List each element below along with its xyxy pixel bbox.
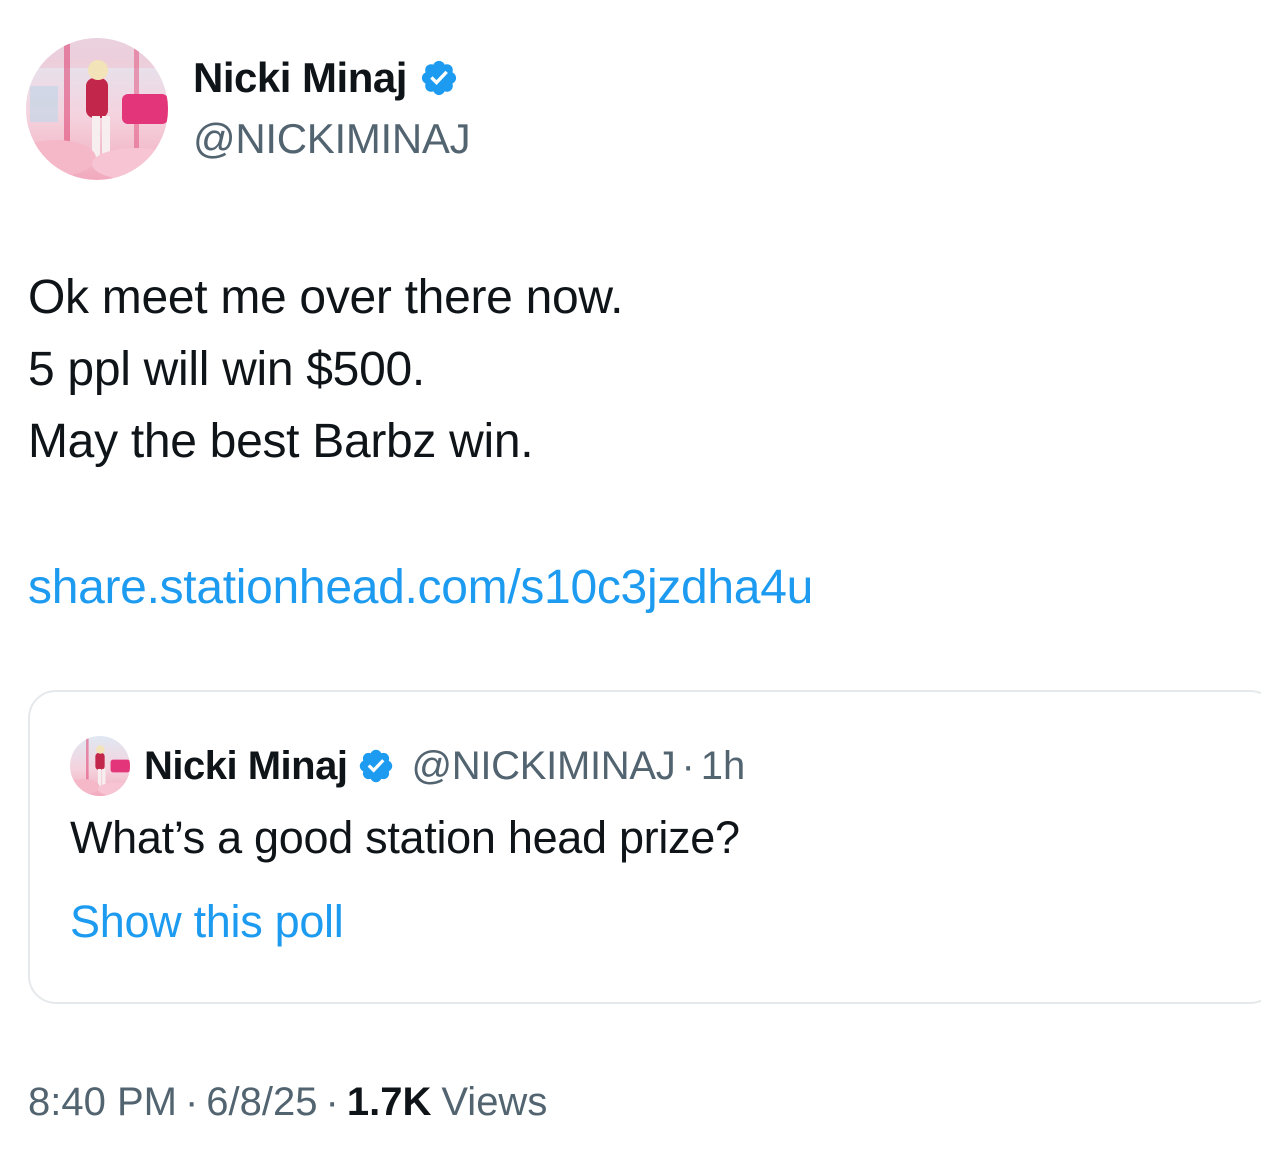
- quoted-tweet-time[interactable]: 1h: [701, 744, 746, 789]
- tweet-text-line: Ok meet me over there now.: [28, 271, 624, 324]
- tweet-time[interactable]: 8:40 PM: [28, 1080, 177, 1125]
- author-name-row: Nicki Minaj: [193, 52, 459, 104]
- separator-dot: ·: [325, 1080, 339, 1124]
- verified-badge-icon: [419, 58, 459, 98]
- quoted-author-avatar[interactable]: [70, 736, 130, 796]
- tweet: Nicki Minaj @NICKIMINAJ Ok meet me over …: [0, 0, 1261, 1154]
- avatar-image: [26, 38, 168, 180]
- avatar-image: [70, 736, 130, 796]
- author-handle[interactable]: @NICKIMINAJ: [193, 115, 471, 163]
- tweet-link[interactable]: share.stationhead.com/s10c3jzdha4u: [28, 552, 813, 624]
- separator-dot: ·: [184, 1080, 199, 1124]
- quoted-tweet-header: Nicki Minaj @NICKIMINAJ · 1h: [144, 738, 745, 794]
- separator-dot: ·: [681, 743, 695, 788]
- quoted-author-handle[interactable]: @NICKIMINAJ: [411, 744, 675, 789]
- tweet-text-line: May the best Barbz win.: [28, 415, 534, 468]
- tweet-text-line: 5 ppl will win $500.: [28, 343, 425, 396]
- quoted-author-display-name[interactable]: Nicki Minaj: [144, 744, 348, 789]
- tweet-text: Ok meet me over there now. 5 ppl will wi…: [28, 262, 623, 478]
- views-count[interactable]: 1.7K: [347, 1080, 432, 1125]
- author-avatar[interactable]: [26, 38, 168, 180]
- tweet-date[interactable]: 6/8/25: [206, 1080, 317, 1125]
- tweet-meta: 8:40 PM · 6/8/25 · 1.7K Views: [28, 1080, 547, 1125]
- quoted-tweet-card[interactable]: Nicki Minaj @NICKIMINAJ · 1h What’s a go…: [28, 690, 1261, 1004]
- show-poll-link[interactable]: Show this poll: [70, 896, 344, 948]
- author-display-name[interactable]: Nicki Minaj: [193, 54, 407, 102]
- quoted-tweet-text: What’s a good station head prize?: [70, 812, 740, 863]
- verified-badge-icon: [357, 747, 395, 785]
- views-label: Views: [441, 1080, 548, 1124]
